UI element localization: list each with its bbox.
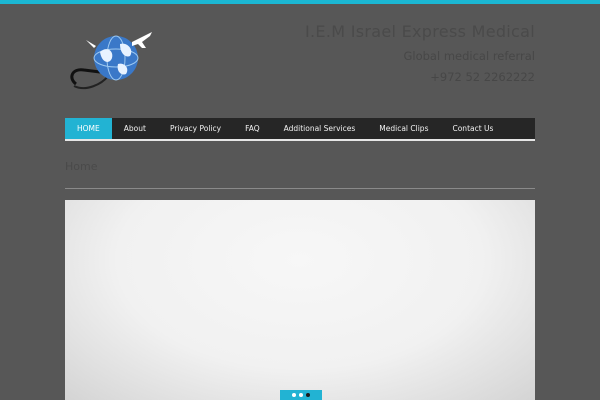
breadcrumb: Home [65, 160, 98, 173]
site-title[interactable]: I.E.M Israel Express Medical [305, 22, 535, 41]
image-slider[interactable] [65, 200, 535, 400]
top-accent-bar [0, 0, 600, 4]
slider-dot-2[interactable] [299, 393, 303, 397]
globe-logo-icon [70, 32, 152, 90]
content-divider [65, 188, 535, 189]
nav-item-faq[interactable]: FAQ [233, 118, 272, 139]
nav-item-contact-us[interactable]: Contact Us [440, 118, 505, 139]
site-logo[interactable] [66, 28, 158, 94]
phone-number: +972 52 2262222 [430, 70, 535, 84]
slider-pager [280, 390, 322, 400]
nav-item-about[interactable]: About [112, 118, 158, 139]
site-tagline: Global medical referral [403, 49, 535, 63]
nav-item-medical-clips[interactable]: Medical Clips [367, 118, 440, 139]
slider-dot-1[interactable] [292, 393, 296, 397]
main-nav: HOME About Privacy Policy FAQ Additional… [65, 118, 535, 141]
nav-item-additional-services[interactable]: Additional Services [272, 118, 368, 139]
slider-dot-3[interactable] [306, 393, 310, 397]
nav-item-home[interactable]: HOME [65, 118, 112, 139]
nav-item-privacy-policy[interactable]: Privacy Policy [158, 118, 233, 139]
